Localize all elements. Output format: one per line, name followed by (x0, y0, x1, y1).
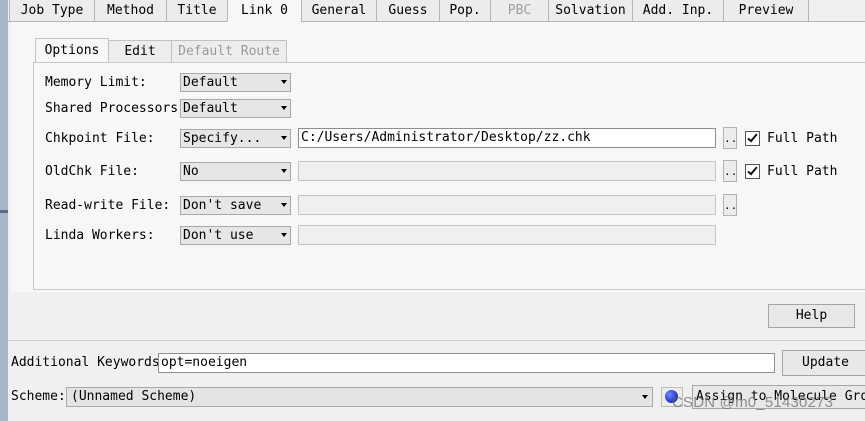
linda-workers-input (298, 225, 716, 245)
csdn-watermark: CSDN @m0_51430273 (672, 394, 834, 411)
subtab-options[interactable]: Options (35, 38, 109, 62)
subtab-edit[interactable]: Edit (108, 40, 172, 62)
tab-job-type[interactable]: Job Type (9, 0, 95, 22)
oldchk-browse-button[interactable]: .. (723, 160, 737, 182)
chevron-down-icon (281, 169, 287, 173)
scheme-dropdown[interactable]: (Unnamed Scheme) (66, 387, 653, 407)
linda-workers-mode: Don't use (183, 228, 254, 243)
chkpoint-file-path-input[interactable]: C:/Users/Administrator/Desktop/zz.chk (298, 128, 716, 148)
oldchk-full-path-label: Full Path (767, 164, 838, 179)
shared-processors-label: Shared Processors: (45, 101, 186, 116)
readwrite-browse-button[interactable]: .. (723, 194, 737, 216)
chkpoint-file-label: Chkpoint File: (45, 131, 155, 146)
chkpoint-file-dropdown[interactable]: Specify... (180, 129, 291, 148)
border-marker (0, 210, 8, 213)
tab-add-inp[interactable]: Add. Inp. (632, 0, 724, 22)
chevron-down-icon (281, 233, 287, 237)
shared-processors-dropdown[interactable]: Default (180, 99, 291, 118)
tab-guess[interactable]: Guess (376, 0, 440, 22)
update-button[interactable]: Update (782, 350, 865, 376)
checkmark-icon (747, 164, 758, 176)
chevron-down-icon (642, 395, 648, 399)
gaussian-calculation-setup-window: Job Type Method Title Link 0 General Gue… (8, 0, 865, 421)
linda-workers-label: Linda Workers: (45, 228, 155, 243)
readwrite-file-dropdown[interactable]: Don't save (180, 196, 291, 215)
additional-keywords-label: Additional Keywords: (11, 355, 168, 370)
oldchk-file-path-input (298, 161, 716, 181)
divider (8, 340, 865, 341)
tab-pbc: PBC (490, 0, 549, 22)
tab-preview[interactable]: Preview (723, 0, 809, 22)
tab-title[interactable]: Title (166, 0, 228, 22)
oldchk-file-label: OldChk File: (45, 164, 139, 179)
readwrite-file-path-input (298, 195, 716, 215)
chevron-down-icon (281, 106, 287, 110)
readwrite-file-label: Read-write File: (45, 198, 171, 213)
checkmark-icon (747, 131, 758, 143)
linda-workers-dropdown[interactable]: Don't use (180, 226, 291, 245)
chkpoint-browse-button[interactable]: .. (723, 127, 737, 149)
chevron-down-icon (281, 136, 287, 140)
scheme-label: Scheme: (11, 389, 66, 404)
memory-limit-label: Memory Limit: (45, 75, 147, 90)
memory-limit-dropdown[interactable]: Default (180, 73, 291, 92)
tab-pop[interactable]: Pop. (439, 0, 491, 22)
scheme-value: (Unnamed Scheme) (71, 389, 197, 404)
chevron-down-icon (281, 80, 287, 84)
chevron-down-icon (281, 203, 287, 207)
oldchk-file-mode: No (183, 164, 199, 179)
oldchk-full-path-checkbox[interactable] (745, 164, 760, 179)
options-panel: Memory Limit: Default Shared Processors:… (33, 62, 865, 290)
additional-keywords-input[interactable]: opt=noeigen (158, 353, 775, 373)
oldchk-file-dropdown[interactable]: No (180, 162, 291, 181)
tab-link-0[interactable]: Link 0 (227, 0, 302, 22)
help-button[interactable]: Help (768, 304, 855, 328)
shared-processors-value: Default (183, 101, 238, 116)
tab-method[interactable]: Method (94, 0, 167, 22)
memory-limit-value: Default (183, 75, 238, 90)
link0-panel: Options Edit Default Route Memory Limit:… (11, 22, 865, 292)
chkpoint-full-path-label: Full Path (767, 131, 838, 146)
subtab-default-route: Default Route (171, 40, 287, 62)
readwrite-file-mode: Don't save (183, 198, 262, 213)
top-tab-strip: Job Type Method Title Link 0 General Gue… (8, 0, 865, 22)
chkpoint-full-path-checkbox[interactable] (745, 131, 760, 146)
window-left-border (0, 0, 8, 421)
tab-solvation[interactable]: Solvation (548, 0, 633, 22)
chkpoint-file-mode: Specify... (183, 131, 262, 146)
tab-general[interactable]: General (301, 0, 377, 22)
